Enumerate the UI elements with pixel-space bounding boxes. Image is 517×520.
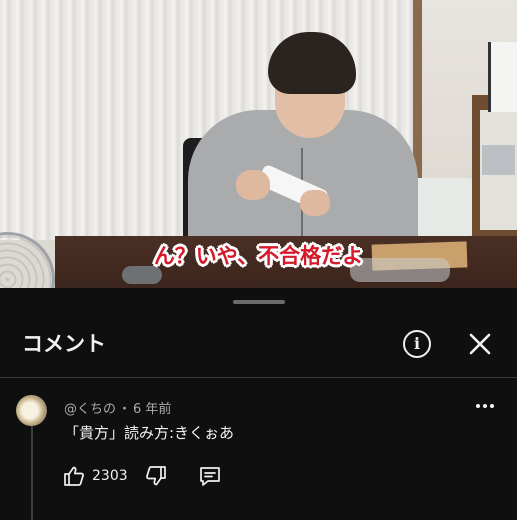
- comments-header: コメント i: [0, 316, 517, 376]
- avatar[interactable]: [16, 395, 47, 426]
- reply-icon[interactable]: [198, 464, 222, 488]
- shelf-items: [482, 145, 515, 175]
- comment-author[interactable]: @くちの: [64, 402, 116, 417]
- person-right-hand: [300, 190, 330, 216]
- comment-actions: 2303: [62, 463, 222, 489]
- close-icon[interactable]: [466, 330, 494, 358]
- person-left-hand: [236, 170, 270, 200]
- video-player[interactable]: ん？いや、不合格だよ: [0, 0, 517, 288]
- comment-item: @くちの・ 6 年前 「貴方」読み方:きくぉあ 2303: [0, 378, 517, 520]
- storage-box: [412, 178, 472, 236]
- comment-meta: @くちの・ 6 年前: [64, 398, 173, 417]
- info-icon[interactable]: i: [403, 330, 431, 358]
- meta-separator: ・: [118, 402, 132, 417]
- comments-title: コメント: [22, 332, 106, 356]
- video-subtitle: ん？いや、不合格だよ: [153, 244, 364, 268]
- drag-handle[interactable]: [233, 300, 285, 304]
- thumbs-down-icon[interactable]: [144, 464, 168, 488]
- comment-age: 6 年前: [133, 402, 172, 417]
- thumbs-up-icon[interactable]: [62, 464, 86, 488]
- comments-sheet: コメント i @くちの・ 6 年前 「貴方」読み方:きくぉあ 2303: [0, 288, 517, 520]
- like-count: 2303: [92, 468, 128, 484]
- more-icon[interactable]: [474, 396, 496, 408]
- comment-text: 「貴方」読み方:きくぉあ: [64, 424, 235, 442]
- thread-line: [31, 426, 33, 520]
- wall-poster: [488, 42, 517, 112]
